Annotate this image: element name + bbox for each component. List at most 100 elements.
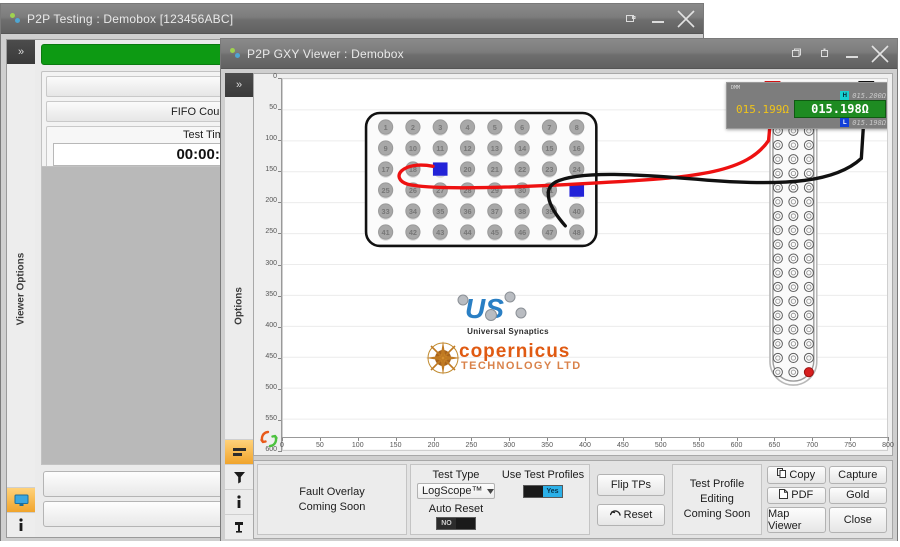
connector-pin[interactable]: 15: [541, 140, 558, 157]
oval-pin[interactable]: [788, 267, 799, 278]
close-icon[interactable]: [867, 42, 893, 66]
connector-pin[interactable]: 12: [459, 140, 476, 157]
connector-pin[interactable]: 2: [405, 119, 421, 136]
rail-expand-button[interactable]: »: [7, 40, 35, 64]
oval-pin[interactable]: [788, 139, 799, 151]
export-buttons-section[interactable]: Copy Capture PDF Gold Map Viewer Close: [765, 464, 889, 535]
restore-window-icon[interactable]: [783, 42, 809, 66]
connector-pin[interactable]: 34: [405, 203, 421, 220]
pdf-button[interactable]: PDF: [767, 486, 826, 504]
oval-pin[interactable]: [788, 239, 799, 250]
flip-tps-button[interactable]: Flip TPs: [597, 473, 665, 496]
connector-pin[interactable]: 41: [378, 224, 394, 241]
oval-pin[interactable]: [772, 267, 783, 278]
connector-pin[interactable]: 22: [514, 161, 530, 178]
oval-pin[interactable]: [803, 338, 814, 349]
connector-pin[interactable]: 23: [541, 161, 558, 178]
oval-pin[interactable]: [803, 296, 814, 307]
oval-pin[interactable]: [788, 182, 799, 193]
oval-pin[interactable]: [788, 310, 799, 321]
chevron-down-icon[interactable]: [486, 485, 494, 497]
connector-pin[interactable]: 4: [459, 119, 476, 136]
oval-pin[interactable]: [803, 281, 814, 293]
gxy-bottom-toolbar[interactable]: Fault Overlay Coming Soon Test Type LogS…: [253, 460, 893, 539]
auto-reset-toggle[interactable]: NO: [436, 517, 476, 530]
connector-map-plot[interactable]: 1 2 3 4 5 6 7 89 10 11 12 13 14 15 1617 18 19 20 21 22 23 242…: [283, 79, 887, 450]
connector-pin[interactable]: 29: [487, 182, 503, 199]
connector-pin[interactable]: 44: [459, 224, 476, 241]
connector-pin[interactable]: 46: [514, 224, 530, 241]
oval-pin[interactable]: [803, 310, 814, 321]
oval-pin[interactable]: [772, 154, 783, 165]
connector-pin[interactable]: 35: [432, 203, 448, 220]
info-icon[interactable]: [225, 489, 253, 514]
connector-pin[interactable]: 38: [514, 203, 530, 220]
dock-pin-icon[interactable]: [811, 42, 837, 66]
oval-pin[interactable]: [772, 296, 783, 307]
connector-pin[interactable]: 45: [487, 224, 503, 241]
oval-pin[interactable]: [772, 196, 783, 207]
restore-window-icon[interactable]: [617, 7, 643, 31]
monitor-icon[interactable]: [7, 487, 35, 512]
oval-pin[interactable]: [803, 239, 814, 250]
gxy-viewer-window-controls[interactable]: [783, 42, 893, 66]
gxy-chart-panel[interactable]: 0 50 100 150 200 250 300 350 400 450 500 550 600 123…: [253, 73, 894, 456]
oval-pin[interactable]: [803, 267, 814, 278]
connector-pin[interactable]: 20: [459, 161, 476, 178]
connector-pin[interactable]: 1: [378, 119, 394, 136]
oval-pin[interactable]: [772, 168, 783, 179]
oval-pin[interactable]: [772, 338, 783, 349]
gxy-rail-icons[interactable]: [225, 439, 253, 539]
pin-icon[interactable]: [225, 514, 253, 539]
oval-pin[interactable]: [788, 225, 799, 236]
gxy-viewer-window[interactable]: P2P GXY Viewer : Demobox » Options 0 50 …: [220, 38, 898, 544]
connector-pin[interactable]: 7: [541, 119, 558, 136]
test-type-select[interactable]: LogScope™: [417, 483, 495, 499]
connector-pin[interactable]: 19: [432, 162, 448, 178]
connector-pin[interactable]: 40: [569, 203, 585, 220]
connector-pin[interactable]: 37: [487, 203, 503, 220]
oval-pin[interactable]: [788, 324, 799, 335]
oval-pin[interactable]: [772, 310, 783, 321]
connector-pin[interactable]: 11: [432, 140, 448, 157]
oval-pin[interactable]: [772, 139, 783, 151]
reset-button[interactable]: Reset: [597, 503, 665, 526]
viewer-options-rail[interactable]: » Viewer Options: [7, 40, 36, 537]
oval-pin[interactable]: [772, 367, 783, 378]
connector-pin[interactable]: 17: [378, 161, 394, 178]
oval-pin[interactable]: [772, 182, 783, 193]
test-type-section[interactable]: Test Type LogScope™ Auto Reset NO Use Te…: [410, 464, 590, 535]
connector-pin[interactable]: 28: [459, 182, 476, 199]
connector-pin[interactable]: 27: [432, 182, 448, 199]
oval-pin[interactable]: [788, 281, 799, 293]
use-profiles-toggle[interactable]: Yes: [523, 485, 563, 498]
oval-pin[interactable]: [803, 168, 814, 179]
oval-pin[interactable]: [788, 296, 799, 307]
oval-pin[interactable]: [772, 352, 783, 364]
oval-pin[interactable]: [772, 253, 783, 264]
oval-pin[interactable]: [803, 324, 814, 335]
oval-pin[interactable]: [788, 196, 799, 207]
oval-pin[interactable]: [803, 225, 814, 236]
gxy-options-rail[interactable]: » Options: [225, 73, 254, 539]
oval-pin[interactable]: [803, 367, 814, 378]
connector-pin[interactable]: 14: [514, 140, 530, 157]
oval-connector-multipin[interactable]: [769, 102, 818, 386]
oval-pin[interactable]: [788, 210, 799, 222]
connector-pin[interactable]: 36: [459, 203, 476, 220]
info-icon[interactable]: [7, 512, 35, 537]
oval-pin[interactable]: [772, 225, 783, 236]
connector-pin[interactable]: 25: [378, 182, 394, 199]
oval-pin[interactable]: [772, 210, 783, 222]
p2p-testing-window-controls[interactable]: [617, 7, 699, 31]
oval-pin[interactable]: [772, 239, 783, 250]
minimize-icon[interactable]: [839, 42, 865, 66]
refresh-sync-icon[interactable]: [257, 427, 281, 451]
gold-button[interactable]: Gold: [828, 486, 887, 504]
connector-pin[interactable]: 9: [378, 140, 394, 157]
gxy-plot-area[interactable]: 1 2 3 4 5 6 7 8 9 10 11 12 13 14 15 16 17 18 19 20 21 22 23 24 2…: [282, 78, 888, 451]
oval-pin[interactable]: [788, 154, 799, 165]
capture-button[interactable]: Capture: [828, 466, 887, 484]
oval-pin[interactable]: [788, 253, 799, 264]
connector-pin[interactable]: 48: [569, 224, 585, 241]
